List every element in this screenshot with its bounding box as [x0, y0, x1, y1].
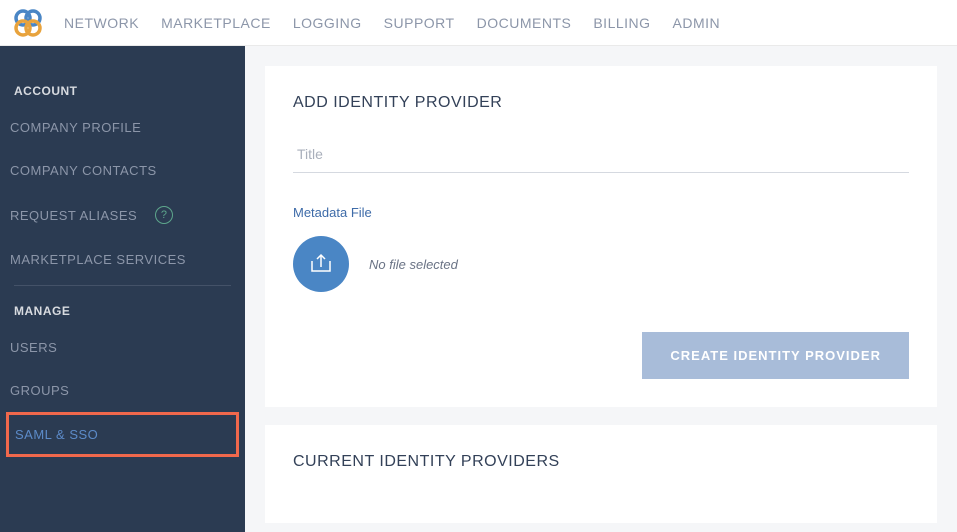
current-identity-providers-card: CURRENT IDENTITY PROVIDERS: [265, 425, 937, 523]
sidebar-item-marketplace-services[interactable]: MARKETPLACE SERVICES: [0, 238, 245, 281]
metadata-file-label: Metadata File: [293, 205, 909, 220]
sidebar-heading-account: ACCOUNT: [0, 76, 245, 106]
logo[interactable]: [10, 5, 46, 41]
top-nav: NETWORK MARKETPLACE LOGGING SUPPORT DOCU…: [64, 15, 720, 31]
sidebar-item-label: REQUEST ALIASES: [10, 208, 137, 223]
sidebar: ACCOUNT COMPANY PROFILE COMPANY CONTACTS…: [0, 46, 245, 532]
sidebar-item-request-aliases[interactable]: REQUEST ALIASES ?: [0, 192, 245, 238]
card-title-add: ADD IDENTITY PROVIDER: [293, 94, 909, 112]
sidebar-item-users[interactable]: USERS: [0, 326, 245, 369]
upload-row: No file selected: [293, 236, 909, 292]
nav-support[interactable]: SUPPORT: [384, 15, 455, 31]
sidebar-item-company-contacts[interactable]: COMPANY CONTACTS: [0, 149, 245, 192]
sidebar-item-saml-sso[interactable]: SAML & SSO: [6, 412, 239, 457]
create-identity-provider-button[interactable]: CREATE IDENTITY PROVIDER: [642, 332, 909, 379]
help-icon[interactable]: ?: [155, 206, 173, 224]
upload-button[interactable]: [293, 236, 349, 292]
nav-billing[interactable]: BILLING: [593, 15, 650, 31]
sidebar-item-groups[interactable]: GROUPS: [0, 369, 245, 412]
nav-documents[interactable]: DOCUMENTS: [477, 15, 572, 31]
nav-network[interactable]: NETWORK: [64, 15, 139, 31]
title-input[interactable]: [293, 136, 909, 173]
sidebar-divider: [14, 285, 231, 286]
card-title-current: CURRENT IDENTITY PROVIDERS: [293, 453, 909, 471]
nav-marketplace[interactable]: MARKETPLACE: [161, 15, 271, 31]
top-bar: NETWORK MARKETPLACE LOGGING SUPPORT DOCU…: [0, 0, 957, 46]
sidebar-heading-manage: MANAGE: [0, 296, 245, 326]
upload-icon: [308, 251, 334, 277]
nav-logging[interactable]: LOGGING: [293, 15, 362, 31]
nav-admin[interactable]: ADMIN: [673, 15, 721, 31]
content-area: ADD IDENTITY PROVIDER Metadata File No f…: [245, 46, 957, 532]
add-identity-provider-card: ADD IDENTITY PROVIDER Metadata File No f…: [265, 66, 937, 407]
no-file-selected-text: No file selected: [369, 257, 458, 272]
sidebar-item-company-profile[interactable]: COMPANY PROFILE: [0, 106, 245, 149]
